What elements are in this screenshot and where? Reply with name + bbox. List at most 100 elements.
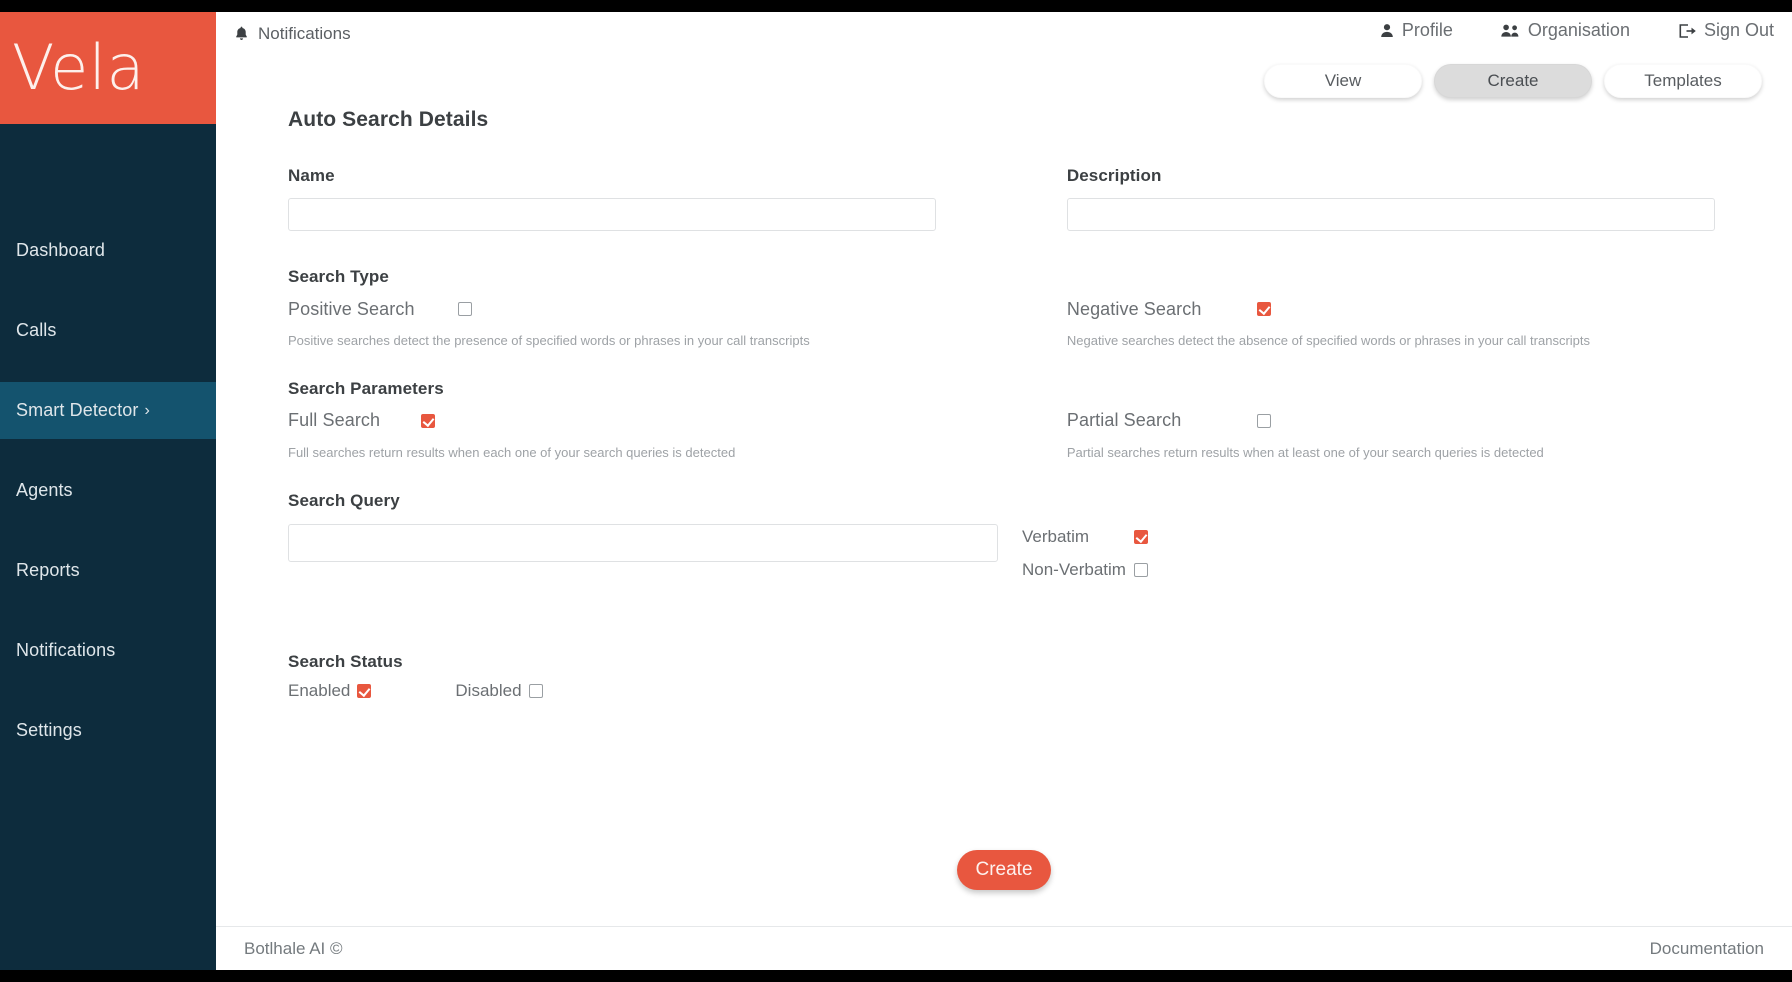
non-verbatim-row: Non-Verbatim bbox=[1022, 560, 1148, 580]
chevron-right-icon: › bbox=[144, 401, 150, 419]
footer: Botlhale AI © Documentation bbox=[216, 926, 1792, 970]
organisation-link[interactable]: Organisation bbox=[1501, 20, 1630, 41]
status-enabled-item: Enabled bbox=[288, 680, 372, 701]
partial-search-checkbox[interactable] bbox=[1256, 413, 1271, 428]
non-verbatim-checkbox[interactable] bbox=[1134, 562, 1148, 577]
positive-search-checkbox[interactable] bbox=[458, 302, 472, 316]
search-parameters-row: Search Parameters Full Search Full searc… bbox=[288, 379, 1756, 463]
verbatim-label: Verbatim bbox=[1022, 526, 1090, 546]
status-enabled-checkbox[interactable] bbox=[357, 683, 372, 698]
search-query-input[interactable] bbox=[288, 523, 998, 562]
search-status-heading: Search Status bbox=[288, 651, 403, 671]
partial-search-row: Partial Search bbox=[1067, 408, 1756, 434]
positive-search-help: Positive searches detect the presence of… bbox=[288, 333, 810, 348]
name-label: Name bbox=[288, 166, 335, 185]
non-verbatim-label: Non-Verbatim bbox=[1022, 559, 1126, 579]
negative-search-checkbox[interactable] bbox=[1256, 302, 1271, 316]
description-label: Description bbox=[1066, 166, 1162, 185]
documentation-link[interactable]: Documentation bbox=[1650, 939, 1764, 959]
negative-search-row: Negative Search bbox=[1067, 296, 1756, 322]
status-disabled-label: Disabled bbox=[455, 680, 522, 700]
search-query-block: Verbatim Non-Verbatim bbox=[288, 523, 1792, 580]
negative-search-label: Negative Search bbox=[1066, 298, 1202, 319]
app-logo[interactable]: Vela bbox=[0, 12, 216, 124]
top-bar: Notifications Profile Organisation Sign … bbox=[216, 12, 1792, 56]
tab-view[interactable]: View bbox=[1264, 64, 1422, 98]
sidebar-item-dashboard[interactable]: Dashboard bbox=[0, 222, 216, 279]
main-panel: Notifications Profile Organisation Sign … bbox=[216, 12, 1792, 970]
full-search-row: Full Search bbox=[288, 408, 995, 434]
sidebar-item-label: Agents bbox=[16, 480, 73, 500]
person-icon bbox=[1380, 23, 1394, 38]
verbatim-checkbox[interactable] bbox=[1134, 529, 1148, 544]
verbatim-options: Verbatim Non-Verbatim bbox=[1022, 524, 1148, 580]
tab-label: Templates bbox=[1644, 71, 1722, 90]
tab-label: Create bbox=[1487, 71, 1539, 90]
sidebar-item-label: Dashboard bbox=[16, 240, 105, 260]
partial-search-group: Partial Search Partial searches return r… bbox=[1067, 379, 1756, 463]
search-type-row: Search Type Positive Search Positive sea… bbox=[288, 267, 1756, 351]
partial-search-help: Partial searches return results when at … bbox=[1066, 444, 1544, 460]
sidebar-item-label: Reports bbox=[16, 560, 80, 580]
status-disabled-checkbox[interactable] bbox=[528, 683, 543, 698]
search-type-heading: Search Type bbox=[288, 267, 389, 286]
full-search-label: Full Search bbox=[288, 410, 381, 431]
search-query-heading: Search Query bbox=[288, 490, 400, 510]
sign-out-label: Sign Out bbox=[1703, 20, 1774, 40]
sign-out-link[interactable]: Sign Out bbox=[1678, 20, 1774, 41]
sidebar-item-label: Smart Detector bbox=[16, 400, 139, 420]
search-type-positive-group: Search Type Positive Search Positive sea… bbox=[288, 267, 995, 351]
sidebar-item-settings[interactable]: Settings bbox=[0, 702, 216, 759]
search-status-group: Search Status Enabled Disabled bbox=[288, 652, 1792, 701]
full-search-help: Full searches return results when each o… bbox=[288, 444, 736, 460]
name-input[interactable] bbox=[288, 198, 936, 231]
people-icon bbox=[1501, 23, 1520, 38]
search-parameters-heading: Search Parameters bbox=[288, 378, 444, 398]
create-button[interactable]: Create bbox=[957, 850, 1051, 890]
sidebar-item-label: Settings bbox=[16, 720, 82, 740]
full-search-group: Search Parameters Full Search Full searc… bbox=[288, 379, 995, 463]
sidebar: Vela Dashboard Calls Smart Detector › Ag… bbox=[0, 12, 216, 970]
bell-icon bbox=[234, 26, 249, 42]
sign-out-icon bbox=[1678, 23, 1696, 39]
positive-search-row: Positive Search bbox=[288, 296, 995, 322]
tab-create[interactable]: Create bbox=[1434, 64, 1592, 98]
sidebar-item-label: Notifications bbox=[16, 640, 116, 660]
submit-row: Create bbox=[216, 850, 1792, 890]
name-description-row: Name Description bbox=[288, 166, 1756, 231]
sidebar-item-reports[interactable]: Reports bbox=[0, 542, 216, 599]
tab-group: View Create Templates bbox=[1264, 64, 1762, 98]
negative-search-help: Negative searches detect the absence of … bbox=[1066, 333, 1591, 348]
profile-link[interactable]: Profile bbox=[1380, 20, 1453, 41]
status-disabled-item: Disabled bbox=[455, 680, 543, 701]
profile-label: Profile bbox=[1401, 20, 1453, 40]
full-search-checkbox[interactable] bbox=[421, 413, 435, 428]
sidebar-item-notifications[interactable]: Notifications bbox=[0, 622, 216, 679]
page-title: Auto Search Details bbox=[288, 108, 489, 131]
positive-search-label: Positive Search bbox=[288, 298, 415, 319]
partial-search-label: Partial Search bbox=[1066, 410, 1182, 431]
app-logo-text: Vela bbox=[12, 31, 145, 104]
sidebar-item-smart-detector[interactable]: Smart Detector › bbox=[0, 382, 216, 439]
tab-label: View bbox=[1324, 71, 1362, 90]
organisation-label: Organisation bbox=[1527, 20, 1630, 40]
top-bar-actions: Profile Organisation Sign Out bbox=[1380, 20, 1774, 41]
notifications-link[interactable]: Notifications bbox=[234, 24, 351, 44]
sidebar-item-label: Calls bbox=[16, 320, 57, 340]
search-status-options: Enabled Disabled bbox=[288, 681, 1792, 701]
description-field-group: Description bbox=[1066, 166, 1756, 231]
verbatim-row: Verbatim bbox=[1022, 527, 1148, 547]
sidebar-item-calls[interactable]: Calls bbox=[0, 302, 216, 359]
name-field-group: Name bbox=[288, 166, 995, 231]
form-content: Auto Search Details Name Description Sea… bbox=[216, 108, 1792, 701]
sidebar-item-agents[interactable]: Agents bbox=[0, 462, 216, 519]
description-input[interactable] bbox=[1066, 198, 1715, 231]
tab-templates[interactable]: Templates bbox=[1604, 64, 1762, 98]
search-type-negative-group: Negative Search Negative searches detect… bbox=[1067, 267, 1756, 351]
notifications-label: Notifications bbox=[258, 24, 351, 43]
status-enabled-label: Enabled bbox=[288, 680, 351, 700]
search-query-group: Search Query Verbatim Non-Verbatim bbox=[288, 491, 1792, 580]
sidebar-nav: Dashboard Calls Smart Detector › Agents … bbox=[0, 222, 216, 782]
footer-copyright: Botlhale AI © bbox=[244, 938, 343, 958]
app-window: Vela Dashboard Calls Smart Detector › Ag… bbox=[0, 0, 1792, 982]
